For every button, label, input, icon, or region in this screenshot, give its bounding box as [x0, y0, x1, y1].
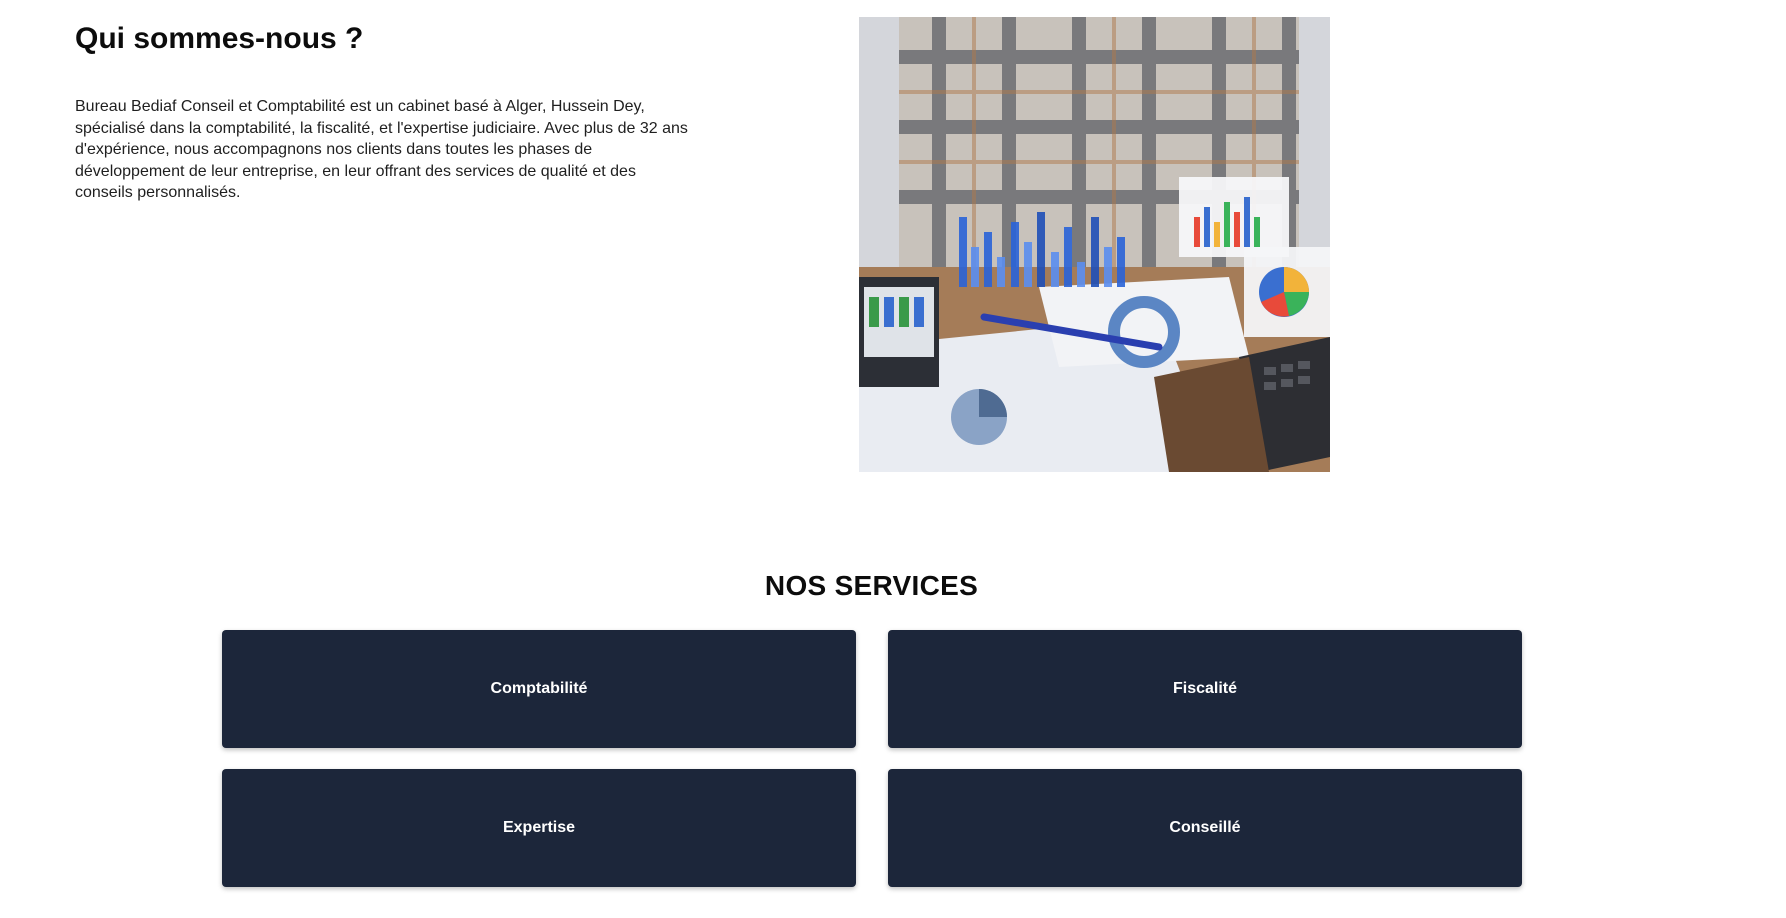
- about-photo: [859, 17, 1330, 472]
- accounting-illustration: [859, 17, 1330, 472]
- service-card-expertise[interactable]: Expertise: [222, 769, 856, 887]
- service-card-label: Comptabilité: [490, 680, 588, 697]
- service-card-label: Fiscalité: [1172, 680, 1238, 697]
- about-title: Qui sommes-nous ?: [75, 22, 364, 55]
- service-card-label: Conseillé: [1169, 819, 1241, 836]
- service-card-comptabilite[interactable]: Comptabilité: [222, 630, 856, 748]
- about-description: Bureau Bediaf Conseil et Comptabilité es…: [75, 98, 688, 201]
- service-card-label: Expertise: [502, 819, 576, 836]
- service-card-conseille[interactable]: Conseillé: [888, 769, 1522, 887]
- services-title: NOS SERVICES: [764, 570, 979, 601]
- service-card-fiscalite[interactable]: Fiscalité: [888, 630, 1522, 748]
- page: Qui sommes-nous ? Bureau Bediaf Conseil …: [0, 0, 1786, 918]
